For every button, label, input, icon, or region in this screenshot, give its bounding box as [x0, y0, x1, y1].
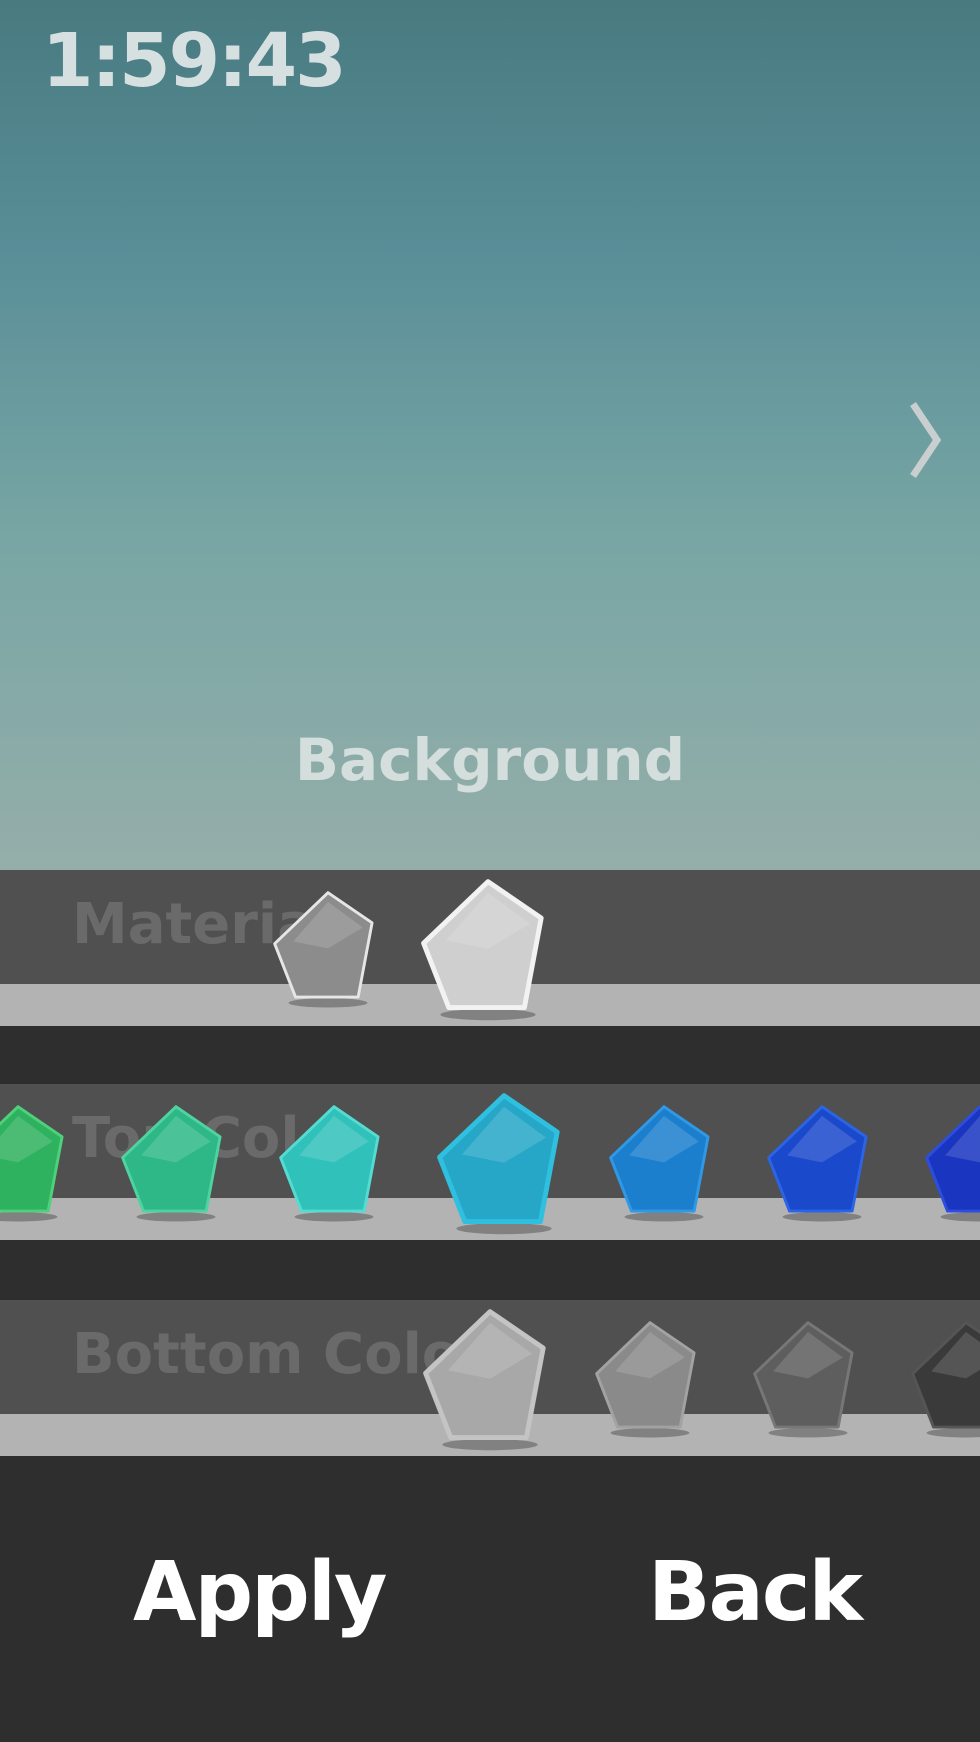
swatch-green[interactable] — [0, 1102, 76, 1222]
swatch-stone[interactable] — [418, 876, 558, 1021]
top-color-row: Top Col — [0, 1084, 980, 1240]
apply-button[interactable]: Apply — [133, 1545, 387, 1640]
swatch-indigo[interactable] — [922, 1102, 980, 1222]
swatch-fabric[interactable] — [270, 888, 386, 1008]
chevron-right-icon[interactable] — [905, 400, 945, 480]
top-color-swatches — [0, 1084, 980, 1240]
bottom-color-row: Bottom Colo — [0, 1300, 980, 1456]
swatch-light-gray[interactable] — [420, 1306, 560, 1451]
background-preview: 1:59:43 Background — [0, 0, 980, 870]
swatch-teal-blue[interactable] — [434, 1090, 574, 1235]
swatch-mint[interactable] — [118, 1102, 234, 1222]
swatch-charcoal[interactable] — [908, 1318, 980, 1438]
countdown-timer: 1:59:43 — [42, 18, 347, 104]
material-swatches — [0, 870, 980, 1026]
section-title: Background — [294, 726, 686, 794]
back-button[interactable]: Back — [648, 1545, 863, 1640]
bottom-color-swatches — [0, 1300, 980, 1456]
swatch-gray[interactable] — [592, 1318, 708, 1438]
swatch-dark-gray[interactable] — [750, 1318, 866, 1438]
swatch-royal-blue[interactable] — [764, 1102, 880, 1222]
material-row: Materia — [0, 870, 980, 1026]
swatch-turquoise[interactable] — [276, 1102, 392, 1222]
swatch-ocean-blue[interactable] — [606, 1102, 722, 1222]
